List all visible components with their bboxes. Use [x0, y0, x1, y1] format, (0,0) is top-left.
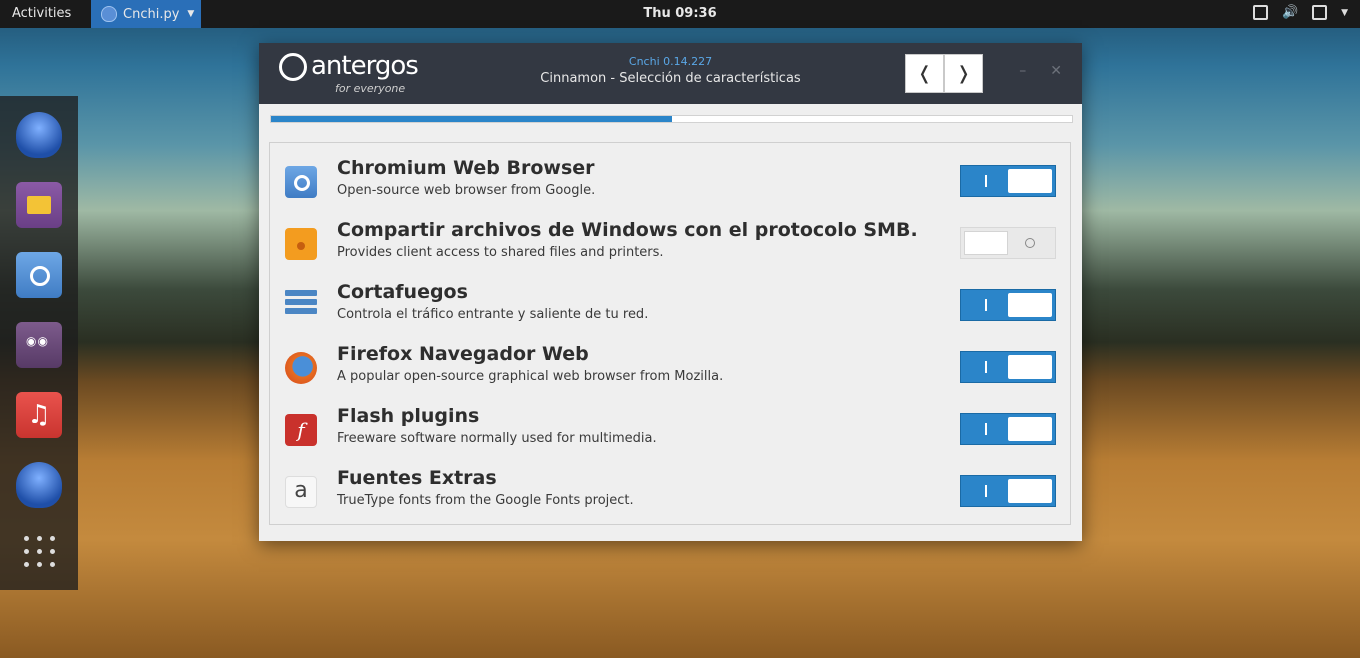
forward-button[interactable]: ❭: [944, 54, 983, 93]
files-icon[interactable]: [16, 182, 62, 228]
feature-toggle[interactable]: [960, 165, 1056, 197]
feature-toggle[interactable]: [960, 351, 1056, 383]
nav-buttons: ❬ ❭: [905, 54, 983, 93]
network-icon[interactable]: [1253, 5, 1269, 20]
chromium-icon: [285, 166, 317, 198]
volume-icon[interactable]: 🔊: [1282, 5, 1298, 20]
show-apps-icon[interactable]: [24, 536, 58, 570]
feature-description: Provides client access to shared files a…: [337, 245, 664, 260]
flash-icon: f: [285, 414, 317, 446]
feature-row: a Fuentes Extras TrueType fonts from the G…: [270, 460, 1070, 522]
feature-toggle[interactable]: [960, 227, 1056, 259]
back-button[interactable]: ❬: [905, 54, 944, 93]
feature-title: Cortafuegos: [337, 281, 468, 303]
installer-window: antergos for everyone Cnchi 0.14.227 Cin…: [259, 43, 1082, 541]
feature-title: Chromium Web Browser: [337, 157, 595, 179]
music-icon[interactable]: ♫: [16, 392, 62, 438]
progress-fill: [271, 116, 672, 122]
feature-title: Fuentes Extras: [337, 467, 497, 489]
feature-row: f Flash plugins Freeware software normally…: [270, 398, 1070, 460]
feature-description: Open-source web browser from Google.: [337, 183, 596, 198]
firewall-icon: [285, 290, 317, 322]
antergos-icon[interactable]: [16, 112, 62, 158]
feature-description: Controla el tráfico entrante y saliente …: [337, 307, 649, 322]
feature-description: TrueType fonts from the Google Fonts pro…: [337, 493, 634, 508]
feature-row: Firefox Navegador Web A popular open-sour…: [270, 336, 1070, 398]
fonts-icon: a: [285, 476, 317, 508]
cnchi-icon[interactable]: [16, 462, 62, 508]
progress-bar: [270, 115, 1073, 123]
chromium-icon[interactable]: [16, 252, 62, 298]
feature-description: Freeware software normally used for mult…: [337, 431, 657, 446]
clock[interactable]: Thu 09:36: [0, 6, 1360, 21]
feature-title: Compartir archivos de Windows con el pro…: [337, 219, 918, 241]
title-bar[interactable]: antergos for everyone Cnchi 0.14.227 Cin…: [259, 43, 1082, 104]
top-bar: Activities Cnchi.py ▼ Thu 09:36 🔊 ▼: [0, 0, 1360, 28]
feature-description: A popular open-source graphical web brow…: [337, 369, 724, 384]
firefox-icon: [285, 352, 317, 384]
minimize-button[interactable]: –: [1019, 63, 1026, 79]
dock: ♫: [0, 96, 78, 590]
feature-toggle[interactable]: [960, 289, 1056, 321]
window-controls: – ✕: [1019, 63, 1062, 79]
caret-down-icon[interactable]: ▼: [1341, 8, 1348, 18]
feature-toggle[interactable]: [960, 413, 1056, 445]
feature-row: Compartir archivos de Windows con el pro…: [270, 212, 1070, 274]
feature-title: Firefox Navegador Web: [337, 343, 589, 365]
system-tray[interactable]: 🔊 ▼: [1253, 5, 1348, 20]
pidgin-icon[interactable]: [16, 322, 62, 368]
feature-toggle[interactable]: [960, 475, 1056, 507]
folder-share-icon: [285, 228, 317, 260]
clipboard-icon[interactable]: [1312, 5, 1328, 20]
close-button[interactable]: ✕: [1050, 63, 1062, 79]
feature-row: Chromium Web Browser Open-source web brow…: [270, 150, 1070, 212]
feature-row: Cortafuegos Controla el tráfico entrante …: [270, 274, 1070, 336]
feature-title: Flash plugins: [337, 405, 480, 427]
feature-list: Chromium Web Browser Open-source web brow…: [269, 142, 1071, 525]
